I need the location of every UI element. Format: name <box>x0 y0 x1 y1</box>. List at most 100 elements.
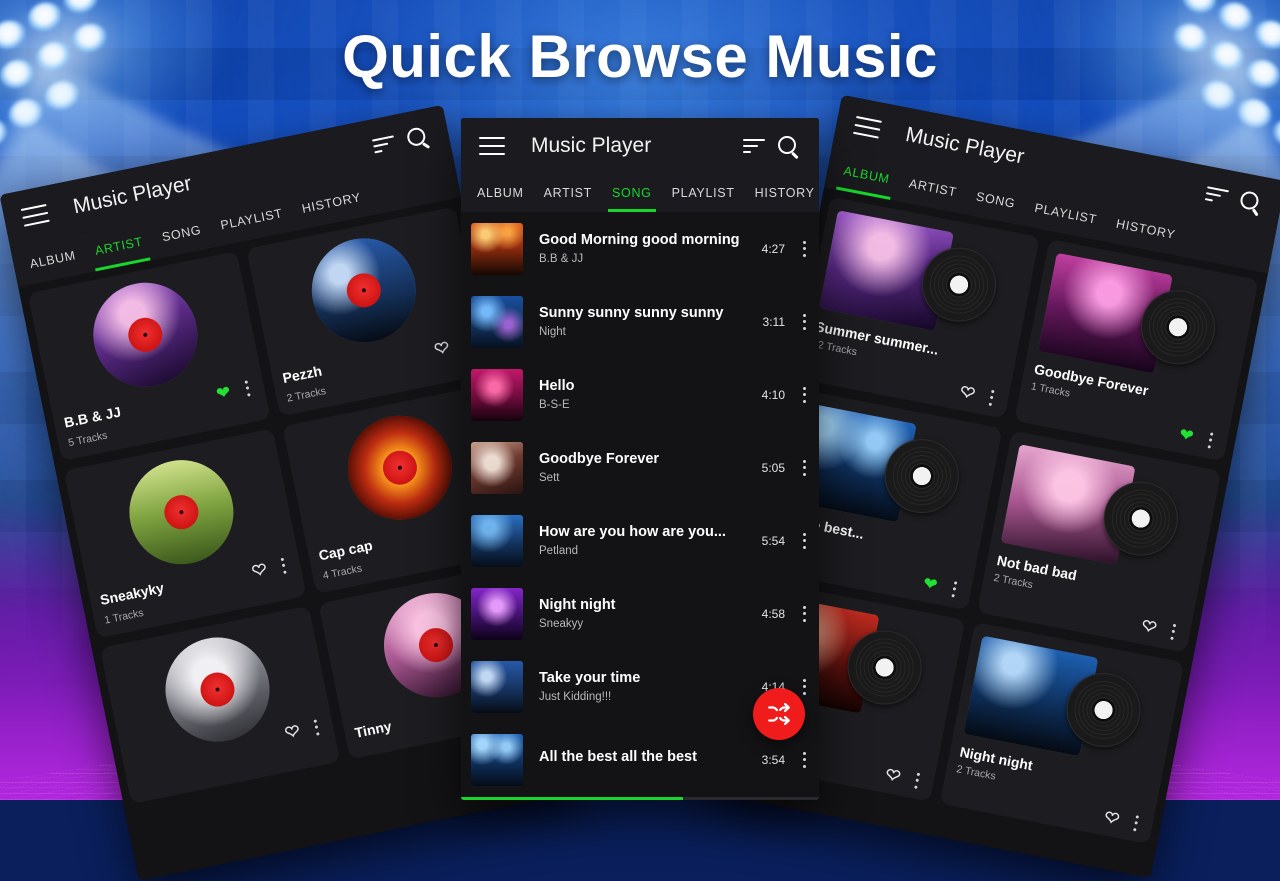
song-duration: 4:58 <box>761 606 785 621</box>
more-vertical-icon[interactable] <box>239 379 256 397</box>
tab-album[interactable]: ALBUM <box>467 174 534 212</box>
artist-disc-art <box>155 628 279 751</box>
menu-button[interactable] <box>847 107 887 147</box>
song-meta: Good Morning good morning B.B & JJ <box>523 232 762 265</box>
album-art-thumbnail <box>471 660 523 713</box>
search-icon <box>778 136 799 160</box>
song-row[interactable]: Hello B-S-E 4:10 <box>461 358 819 431</box>
more-vertical-icon[interactable] <box>797 678 811 695</box>
song-title: Good Morning good morning <box>539 232 740 248</box>
more-vertical-icon[interactable] <box>946 580 963 598</box>
sort-icon <box>743 139 765 153</box>
song-row[interactable]: How are you how are you... Petland 5:54 <box>461 504 819 577</box>
heart-icon[interactable]: ❤ <box>1140 615 1159 638</box>
search-button[interactable] <box>771 129 805 163</box>
hamburger-icon <box>479 137 505 155</box>
more-vertical-icon[interactable] <box>797 751 811 768</box>
more-vertical-icon[interactable] <box>1127 814 1144 832</box>
artist-card[interactable]: Sneakyky ❤ 1 Tracks <box>63 428 307 639</box>
song-artist: Night <box>539 326 566 338</box>
heart-icon[interactable]: ❤ <box>432 337 451 360</box>
sort-icon <box>1204 186 1230 204</box>
shuffle-icon <box>768 702 790 726</box>
song-title: All the best all the best <box>539 749 697 765</box>
menu-button[interactable] <box>15 195 55 235</box>
artist-disc-art <box>338 406 461 530</box>
search-button[interactable] <box>397 118 437 158</box>
sort-button[interactable] <box>737 129 771 163</box>
heart-icon[interactable]: ❤ <box>1102 807 1121 830</box>
song-meta: Goodbye Forever Sett <box>523 451 762 484</box>
heart-icon[interactable]: ❤ <box>214 382 232 403</box>
artist-disc-art <box>119 450 243 574</box>
artist-card[interactable]: Pezzh ❤ 2 Tracks <box>246 206 490 417</box>
more-vertical-icon[interactable] <box>797 240 811 257</box>
song-row[interactable]: Night night Sneakyy 4:58 <box>461 577 819 650</box>
song-meta: How are you how are you... Petland <box>523 524 762 557</box>
song-title: Hello <box>539 378 575 394</box>
album-card[interactable]: Night night 2 Tracks ❤ <box>939 621 1185 845</box>
album-card[interactable]: Not bad bad 2 Tracks ❤ <box>976 430 1222 653</box>
search-icon <box>1238 189 1262 217</box>
more-vertical-icon[interactable] <box>908 771 925 789</box>
search-icon <box>405 126 431 150</box>
song-duration: 4:27 <box>761 241 785 256</box>
song-artist: Sett <box>539 472 560 484</box>
more-vertical-icon[interactable] <box>1164 622 1181 640</box>
song-title: Goodbye Forever <box>539 451 660 467</box>
tab-artist[interactable]: ARTIST <box>534 174 602 212</box>
song-duration: 3:54 <box>761 752 785 767</box>
tab-bar[interactable]: ALBUM ARTIST SONG PLAYLIST HISTORY <box>461 174 819 212</box>
album-art-thumbnail <box>471 514 523 567</box>
album-card[interactable]: Summer summer... 22 Tracks ❤ <box>795 196 1040 419</box>
shuffle-fab-button[interactable] <box>753 688 805 740</box>
tab-song[interactable]: SONG <box>602 174 662 212</box>
album-art-thumbnail <box>471 733 523 786</box>
more-vertical-icon[interactable] <box>308 718 325 736</box>
song-title: How are you how are you... <box>539 524 726 540</box>
artist-card[interactable]: B.B & JJ ❤ 5 Tracks <box>27 250 271 461</box>
song-duration: 5:54 <box>761 533 785 548</box>
song-artist: B.B & JJ <box>539 253 584 265</box>
heart-icon[interactable]: ❤ <box>1178 425 1196 446</box>
song-row[interactable]: Sunny sunny sunny sunny Night 3:11 <box>461 285 819 358</box>
heart-icon[interactable]: ❤ <box>958 381 977 404</box>
menu-button[interactable] <box>475 129 509 163</box>
song-title: Night night <box>539 597 616 613</box>
hamburger-icon <box>852 115 882 139</box>
song-duration: 5:05 <box>761 460 785 475</box>
app-bar: Music Player <box>461 118 819 174</box>
more-vertical-icon[interactable] <box>797 605 811 622</box>
more-vertical-icon[interactable] <box>983 388 1000 406</box>
artist-disc-art <box>83 273 207 397</box>
hamburger-icon <box>20 203 50 227</box>
song-artist: Just Kidding!!! <box>539 691 612 703</box>
song-row[interactable]: Goodbye Forever Sett 5:05 <box>461 431 819 504</box>
heart-icon[interactable]: ❤ <box>921 573 939 594</box>
song-row[interactable]: Good Morning good morning B.B & JJ 4:27 <box>461 212 819 285</box>
song-meta: Hello B-S-E <box>523 378 762 411</box>
sort-icon <box>371 135 396 154</box>
tab-playlist[interactable]: PLAYLIST <box>662 174 745 212</box>
more-vertical-icon[interactable] <box>797 459 811 476</box>
heart-icon[interactable]: ❤ <box>884 764 903 787</box>
more-vertical-icon[interactable] <box>797 532 811 549</box>
search-button[interactable] <box>1230 182 1270 222</box>
artist-card[interactable]: ❤ <box>99 605 341 804</box>
song-duration: 4:10 <box>761 387 785 402</box>
tab-history[interactable]: HISTORY <box>745 174 819 212</box>
song-meta: Night night Sneakyy <box>523 597 762 630</box>
more-vertical-icon[interactable] <box>797 313 811 330</box>
heart-icon[interactable]: ❤ <box>283 721 302 744</box>
more-vertical-icon[interactable] <box>275 556 292 574</box>
more-vertical-icon[interactable] <box>1202 431 1219 449</box>
song-artist: Sneakyy <box>539 618 584 630</box>
song-meta: All the best all the best <box>523 749 762 770</box>
more-vertical-icon[interactable] <box>797 386 811 403</box>
app-title: Music Player <box>531 134 652 157</box>
song-artist: Petland <box>539 545 579 557</box>
song-title: Sunny sunny sunny sunny <box>539 305 724 321</box>
album-card[interactable]: Goodbye Forever 1 Tracks ❤ <box>1014 239 1259 462</box>
heart-icon[interactable]: ❤ <box>250 559 269 582</box>
album-art-thumbnail <box>471 441 523 494</box>
